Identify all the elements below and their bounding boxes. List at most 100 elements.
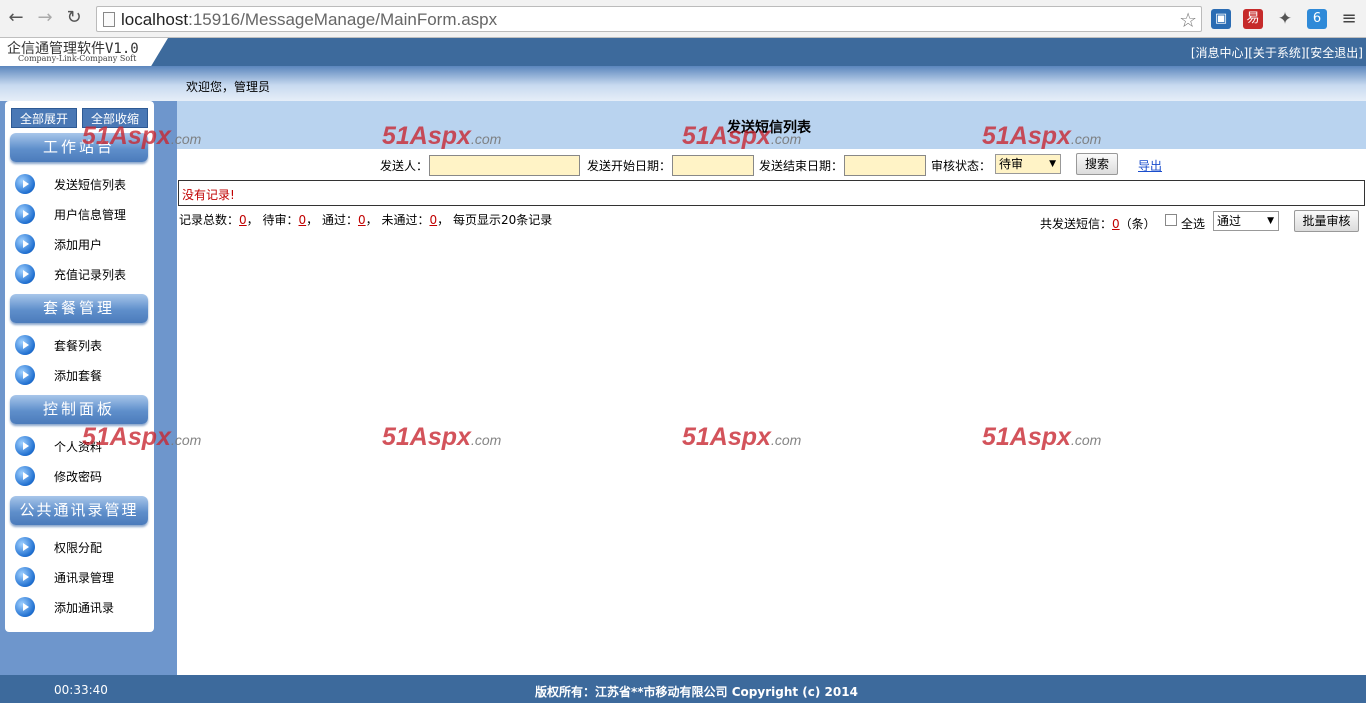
sidebar-item-add-user[interactable]: 添加用户 <box>15 233 145 255</box>
sidebar-item-add-contact[interactable]: 添加通讯录 <box>15 596 145 618</box>
chevron-down-icon: ▼ <box>1049 159 1056 169</box>
sent-unit: （条） <box>1119 217 1156 231</box>
passed-count[interactable]: 0 <box>358 213 366 227</box>
app-logo: 企信通管理软件V1.0 Company-Link-Company Soft <box>0 38 168 66</box>
watermark: 51Aspx.com <box>382 122 502 150</box>
end-date-input[interactable] <box>844 155 926 176</box>
sidebar-item-label: 权限分配 <box>54 541 103 555</box>
extensions-puzzle-icon[interactable]: ✦ <box>1275 9 1295 29</box>
play-icon <box>15 335 35 355</box>
watermark: 51Aspx.com <box>982 423 1102 451</box>
failed-label: 未通过： <box>381 213 430 227</box>
no-records-text: 没有记录! <box>182 188 235 202</box>
start-date-input[interactable] <box>672 155 754 176</box>
forward-icon[interactable]: → <box>35 8 55 28</box>
welcome-text: 欢迎您，管理员 <box>186 80 271 94</box>
about-system-link[interactable]: [关于系统] <box>1248 46 1305 60</box>
watermark: 51Aspx.com <box>682 122 802 150</box>
clock: 00:33:40 <box>54 683 108 697</box>
extension-blue-icon[interactable]: 6 <box>1307 9 1327 29</box>
batch-status-select[interactable]: 通过 ▼ <box>1213 211 1279 231</box>
sidebar-item-label: 修改密码 <box>54 470 103 484</box>
message-center-link[interactable]: [消息中心] <box>1191 46 1248 60</box>
expand-all-button[interactable]: 全部展开 <box>11 108 77 128</box>
welcome-bar: 欢迎您，管理员 <box>0 66 1366 101</box>
status-label: 审核状态： <box>931 159 992 173</box>
chevron-down-icon: ▼ <box>1267 216 1274 226</box>
select-all-label: 全选 <box>1181 217 1206 231</box>
play-icon <box>15 174 35 194</box>
play-icon <box>15 597 35 617</box>
export-link[interactable]: 导出 <box>1138 157 1162 174</box>
sidebar-item-label: 添加用户 <box>54 238 103 252</box>
section-control-panel[interactable]: 控制面板 <box>10 395 148 424</box>
bookmark-star-icon[interactable]: ☆ <box>1179 8 1197 32</box>
sent-count: 0 <box>1112 217 1120 231</box>
sidebar-item-label: 通讯录管理 <box>54 571 115 585</box>
extension-monitor-icon[interactable]: ▣ <box>1211 9 1231 29</box>
browser-toolbar: ← → ↻ localhost:15916/MessageManage/Main… <box>0 0 1366 38</box>
sender-label: 发送人： <box>380 159 429 173</box>
batch-status-value: 通过 <box>1217 214 1242 228</box>
sidebar-item-sms-list[interactable]: 发送短信列表 <box>15 173 145 195</box>
play-icon <box>15 234 35 254</box>
sidebar-item-package-list[interactable]: 套餐列表 <box>15 334 145 356</box>
play-icon <box>15 204 35 224</box>
pending-label: 待审： <box>262 213 299 227</box>
search-button[interactable]: 搜索 <box>1076 153 1118 175</box>
section-public-contacts[interactable]: 公共通讯录管理 <box>10 496 148 525</box>
sidebar-item-label: 添加通讯录 <box>54 601 115 615</box>
sidebar-item-contacts-manage[interactable]: 通讯录管理 <box>15 566 145 588</box>
reload-icon[interactable]: ↻ <box>64 8 84 28</box>
play-icon <box>15 466 35 486</box>
top-links: [消息中心][关于系统][安全退出] <box>1191 44 1363 61</box>
logout-link[interactable]: [安全退出] <box>1306 46 1363 60</box>
sidebar-item-recharge-list[interactable]: 充值记录列表 <box>15 263 145 285</box>
back-icon[interactable]: ← <box>6 8 26 28</box>
sidebar-item-label: 套餐列表 <box>54 339 103 353</box>
play-icon <box>15 537 35 557</box>
watermark: 51Aspx.com <box>82 423 202 451</box>
sidebar: 全部展开 全部收缩 工作站台 发送短信列表 用户信息管理 添加用户 充值记录列表… <box>5 101 154 632</box>
select-all-checkbox[interactable] <box>1165 214 1177 226</box>
end-date-label: 发送结束日期： <box>759 159 844 173</box>
passed-label: 通过： <box>321 213 358 227</box>
pending-count[interactable]: 0 <box>299 213 307 227</box>
section-package[interactable]: 套餐管理 <box>10 294 148 323</box>
footer: 00:33:40 版权所有：江苏省**市移动有限公司 Copyright (c)… <box>0 675 1366 703</box>
watermark: 51Aspx.com <box>382 423 502 451</box>
sent-total: 共发送短信：0（条） <box>1040 215 1156 232</box>
main-content: 发送短信列表 发送人： 发送开始日期： 发送结束日期： 审核状态： 待审 ▼ 搜索… <box>177 101 1366 675</box>
play-icon <box>15 264 35 284</box>
play-icon <box>15 365 35 385</box>
search-form: 发送人： 发送开始日期： 发送结束日期： 审核状态： 待审 ▼ 搜索 导出 <box>177 153 1366 179</box>
page-icon <box>103 12 115 27</box>
url-host: localhost <box>121 10 189 29</box>
address-bar[interactable]: localhost:15916/MessageManage/MainForm.a… <box>96 6 1202 32</box>
total-label: 记录总数： <box>179 213 240 227</box>
app-header: 企信通管理软件V1.0 Company-Link-Company Soft [消… <box>0 38 1366 66</box>
extension-red-icon[interactable]: 易 <box>1243 9 1263 29</box>
batch-review-button[interactable]: 批量审核 <box>1294 210 1359 232</box>
url-path: :15916/MessageManage/MainForm.aspx <box>188 10 498 29</box>
sender-input[interactable] <box>429 155 580 176</box>
play-icon <box>15 567 35 587</box>
sent-label: 共发送短信： <box>1040 217 1113 231</box>
start-date-label: 发送开始日期： <box>587 159 672 173</box>
sidebar-item-user-manage[interactable]: 用户信息管理 <box>15 203 145 225</box>
watermark: 51Aspx.com <box>982 122 1102 150</box>
sidebar-item-change-password[interactable]: 修改密码 <box>15 465 145 487</box>
no-records-box: 没有记录! <box>178 180 1365 206</box>
menu-icon[interactable]: ≡ <box>1339 9 1359 29</box>
status-select[interactable]: 待审 ▼ <box>995 154 1061 174</box>
copyright: 版权所有：江苏省**市移动有限公司 Copyright (c) 2014 <box>535 685 858 699</box>
sidebar-item-label: 用户信息管理 <box>54 208 127 222</box>
record-stats: 记录总数：0， 待审：0， 通过：0， 未通过：0， 每页显示20条记录 <box>179 213 553 227</box>
status-select-value: 待审 <box>999 157 1024 171</box>
failed-count[interactable]: 0 <box>429 213 437 227</box>
sidebar-item-permissions[interactable]: 权限分配 <box>15 536 145 558</box>
sidebar-item-label: 充值记录列表 <box>54 268 127 282</box>
total-count[interactable]: 0 <box>239 213 247 227</box>
per-page-text: 每页显示20条记录 <box>452 213 553 227</box>
sidebar-item-add-package[interactable]: 添加套餐 <box>15 364 145 386</box>
